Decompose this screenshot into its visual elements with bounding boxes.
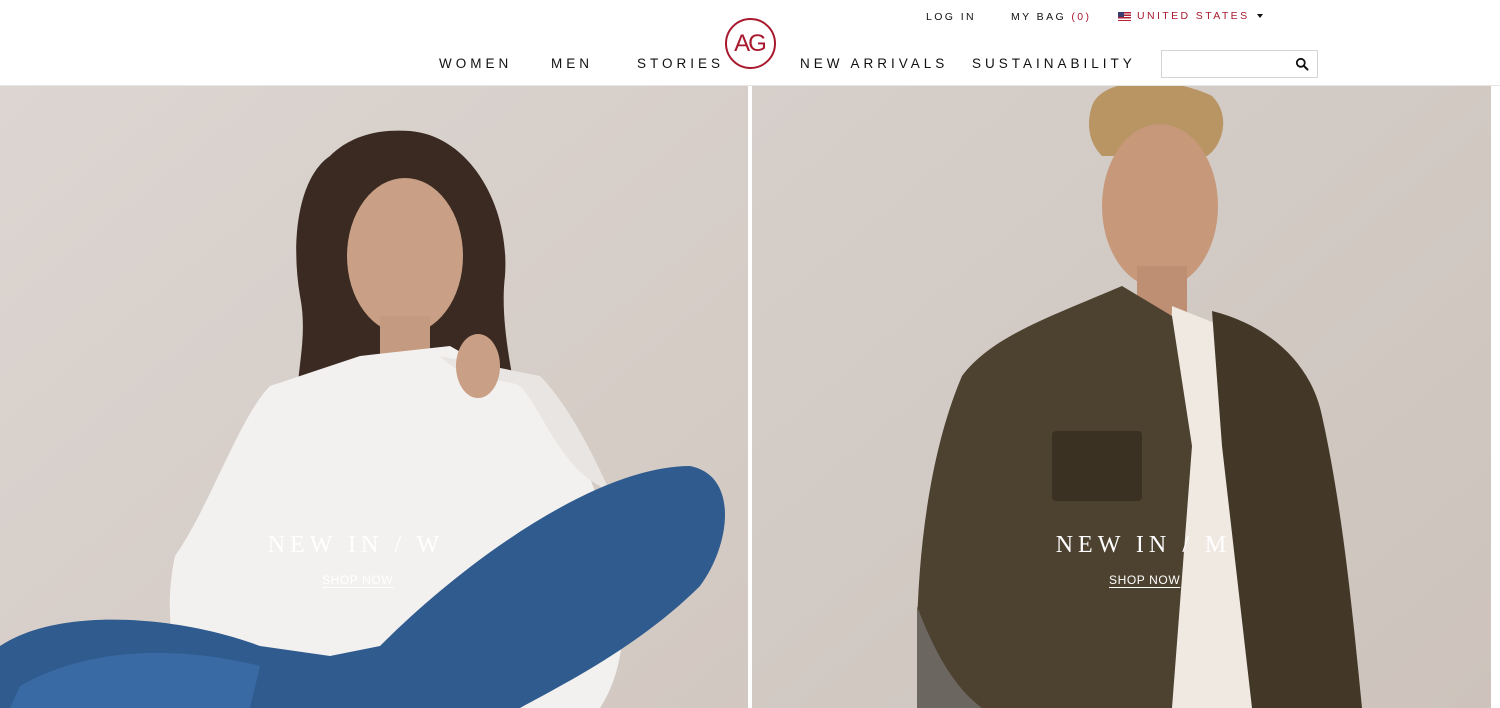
hero-women-title: NEW IN / W: [267, 532, 445, 558]
my-bag-link[interactable]: MY BAG (0): [1011, 11, 1091, 23]
us-flag-icon: [1118, 11, 1131, 21]
nav-sustainability[interactable]: SUSTAINABILITY: [972, 56, 1136, 71]
nav-men[interactable]: MEN: [551, 56, 593, 71]
hero-men-title: NEW IN / M: [1055, 532, 1232, 558]
nav-stories[interactable]: STORIES: [637, 56, 724, 71]
men-hero-image: [752, 86, 1491, 708]
logo-text: AG: [734, 29, 767, 57]
bag-count: (0): [1071, 11, 1092, 23]
search-input[interactable]: [1162, 51, 1287, 77]
login-link[interactable]: LOG IN: [926, 11, 976, 23]
right-gutter: [1491, 86, 1500, 708]
ag-logo[interactable]: AG: [725, 18, 776, 69]
country-selector[interactable]: UNITED STATES: [1118, 10, 1264, 22]
women-hero-image: [0, 86, 748, 708]
nav-new-arrivals[interactable]: NEW ARRIVALS: [800, 56, 948, 71]
nav-women[interactable]: WOMEN: [439, 56, 512, 71]
hero-men[interactable]: NEW IN / M SHOP NOW: [752, 86, 1491, 708]
search-icon[interactable]: [1295, 57, 1309, 71]
search-box: [1161, 50, 1318, 78]
shop-now-men-link[interactable]: SHOP NOW: [1109, 573, 1180, 587]
caret-down-icon: [1257, 14, 1264, 18]
site-header: LOG IN MY BAG (0) UNITED STATES AG WOMEN…: [0, 0, 1500, 86]
shop-now-women-link[interactable]: SHOP NOW: [322, 573, 393, 587]
bag-label: MY BAG: [1011, 11, 1067, 23]
country-label: UNITED STATES: [1137, 10, 1250, 22]
hero-women[interactable]: NEW IN / W SHOP NOW: [0, 86, 748, 708]
